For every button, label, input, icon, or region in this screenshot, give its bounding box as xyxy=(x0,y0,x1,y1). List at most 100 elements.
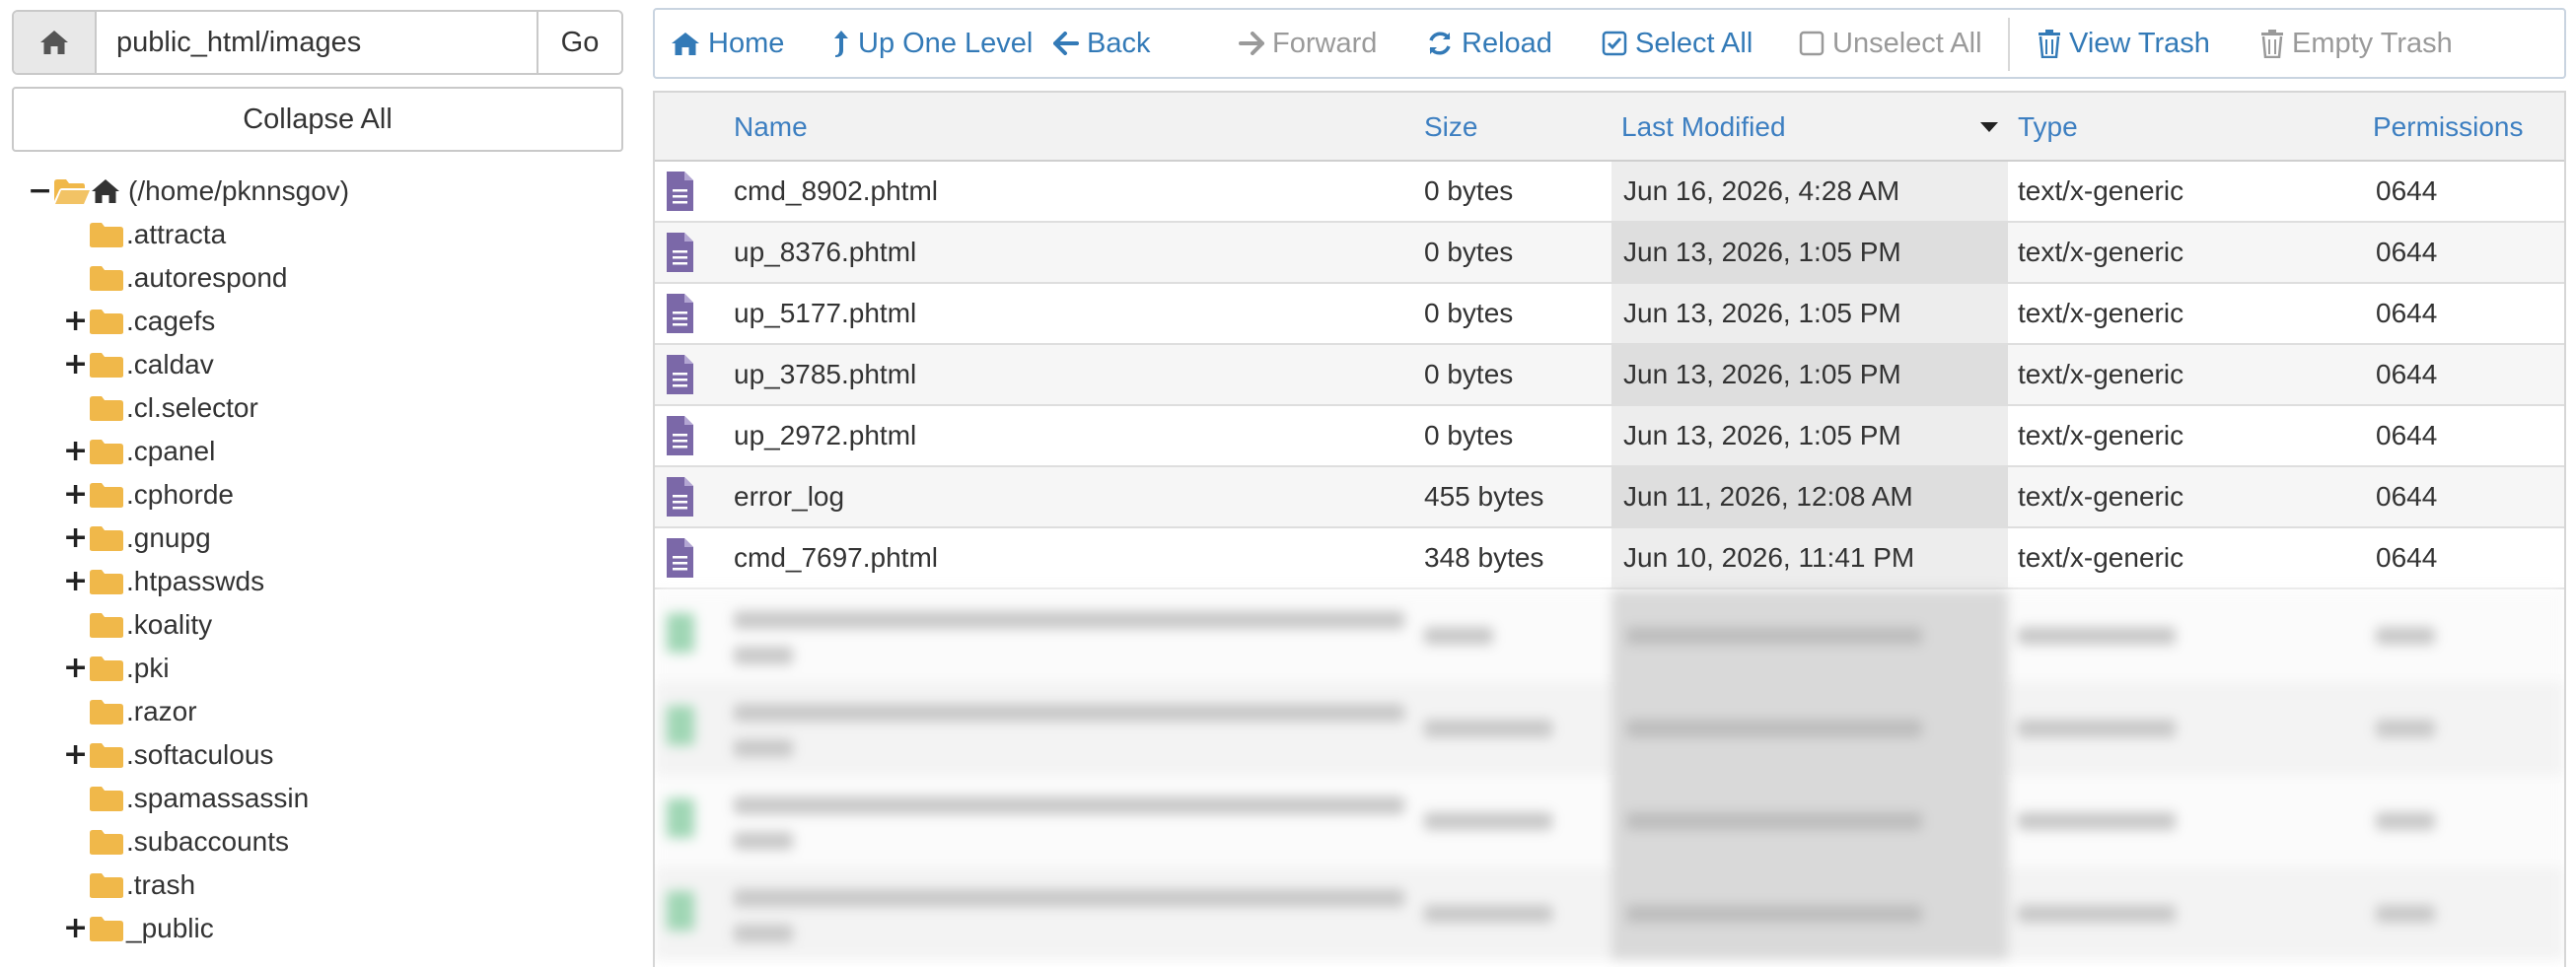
text-file-icon xyxy=(665,354,694,395)
blurred-row xyxy=(655,867,2564,960)
back-label: Back xyxy=(1087,27,1151,59)
text-file-icon xyxy=(665,171,694,212)
folder-icon xyxy=(89,655,124,682)
blurred-row xyxy=(655,682,2564,775)
file-type: text/x-generic xyxy=(2018,175,2184,206)
up-one-level-label: Up One Level xyxy=(858,27,1034,59)
tree-root-label: (/home/pknnsgov) xyxy=(128,175,350,206)
file-list-header: Name Size Last Modified Type Permissions xyxy=(655,93,2564,162)
column-header-last-modified[interactable]: Last Modified xyxy=(1621,93,1786,162)
column-header-type[interactable]: Type xyxy=(2018,93,2078,162)
file-size: 0 bytes xyxy=(1424,298,1514,328)
column-header-name[interactable]: Name xyxy=(734,93,808,162)
expand-toggle-icon[interactable]: + xyxy=(63,733,88,777)
file-modified: Jun 11, 2026, 12:08 AM xyxy=(1623,481,1913,512)
tree-item-label: .autorespond xyxy=(126,262,288,293)
file-modified: Jun 13, 2026, 1:05 PM xyxy=(1623,298,1901,328)
file-name[interactable]: cmd_8902.phtml xyxy=(734,162,938,221)
file-row[interactable]: up_8376.phtml 0 bytes Jun 13, 2026, 1:05 P… xyxy=(655,223,2564,284)
collapse-all-button[interactable]: Collapse All xyxy=(12,87,623,152)
expand-toggle-icon[interactable]: + xyxy=(63,647,88,690)
home-toolbar-button[interactable]: Home xyxy=(671,10,784,77)
file-row[interactable]: up_5177.phtml 0 bytes Jun 13, 2026, 1:05 P… xyxy=(655,284,2564,345)
text-file-icon xyxy=(665,293,694,334)
file-type: text/x-generic xyxy=(2018,542,2184,573)
file-size: 0 bytes xyxy=(1424,420,1514,450)
folder-icon xyxy=(89,698,124,725)
go-button[interactable]: Go xyxy=(537,12,621,73)
folder-icon xyxy=(89,785,124,812)
file-row[interactable]: error_log 455 bytes Jun 11, 2026, 12:08 AM… xyxy=(655,467,2564,528)
file-size: 0 bytes xyxy=(1424,237,1514,267)
file-name[interactable]: up_2972.phtml xyxy=(734,406,916,465)
folder-icon xyxy=(89,871,124,899)
file-name[interactable]: up_5177.phtml xyxy=(734,284,916,343)
file-size: 455 bytes xyxy=(1424,481,1544,512)
file-type: text/x-generic xyxy=(2018,359,2184,389)
folder-icon xyxy=(89,741,124,769)
folder-icon xyxy=(89,568,124,595)
file-name[interactable]: up_3785.phtml xyxy=(734,345,916,404)
folder-icon xyxy=(89,438,124,465)
up-one-level-button[interactable]: Up One Level xyxy=(832,10,1033,77)
tree-item-label: .cphorde xyxy=(126,479,234,510)
tree-item-label: .cl.selector xyxy=(126,392,258,423)
checked-checkbox-icon xyxy=(1602,31,1627,56)
expand-toggle-icon[interactable]: + xyxy=(63,517,88,560)
sort-descending-icon xyxy=(1980,122,1998,132)
folder-icon xyxy=(89,308,124,335)
file-permissions: 0644 xyxy=(2376,359,2438,389)
tree-item-label: .attracta xyxy=(126,219,227,249)
text-file-icon xyxy=(665,476,694,518)
file-row[interactable]: cmd_7697.phtml 348 bytes Jun 10, 2026, 11:… xyxy=(655,528,2564,589)
expand-toggle-icon[interactable]: + xyxy=(63,430,88,473)
forward-button[interactable]: Forward xyxy=(1239,10,1377,77)
view-trash-button[interactable]: View Trash xyxy=(2038,10,2210,77)
file-size: 348 bytes xyxy=(1424,542,1544,573)
view-trash-label: View Trash xyxy=(2069,27,2210,59)
expand-toggle-icon[interactable]: + xyxy=(63,907,88,950)
home-label: Home xyxy=(708,27,785,59)
tree-item-label: .cagefs xyxy=(126,306,216,336)
file-name[interactable]: error_log xyxy=(734,467,844,526)
file-name[interactable]: cmd_7697.phtml xyxy=(734,528,938,587)
reload-button[interactable]: Reload xyxy=(1426,10,1552,77)
tree-item-label: .htpasswds xyxy=(126,566,265,596)
path-home-button[interactable] xyxy=(14,12,97,73)
tree-item-label: .razor xyxy=(126,696,197,726)
arrow-right-icon xyxy=(1239,32,1264,55)
path-input[interactable] xyxy=(97,12,537,73)
path-bar: Go xyxy=(12,10,623,75)
select-all-button[interactable]: Select All xyxy=(1602,10,1753,77)
file-modified: Jun 13, 2026, 1:05 PM xyxy=(1623,420,1901,450)
file-name[interactable]: up_8376.phtml xyxy=(734,223,916,282)
blurred-rows xyxy=(655,589,2564,967)
text-file-icon xyxy=(665,232,694,273)
home-icon xyxy=(40,31,68,54)
file-permissions: 0644 xyxy=(2376,237,2438,267)
expand-toggle-icon[interactable]: + xyxy=(63,343,88,386)
left-panel: Go Collapse All − (/home/pknnsgov) .attrac… xyxy=(0,0,631,967)
empty-trash-button[interactable]: Empty Trash xyxy=(2260,10,2453,77)
expand-toggle-icon[interactable]: + xyxy=(63,560,88,603)
file-row[interactable]: up_2972.phtml 0 bytes Jun 13, 2026, 1:05 P… xyxy=(655,406,2564,467)
tree-item-label: .gnupg xyxy=(126,522,211,553)
blurred-row xyxy=(655,775,2564,867)
home-icon xyxy=(91,177,120,210)
folder-icon xyxy=(89,611,124,639)
expand-toggle-icon[interactable]: + xyxy=(63,300,88,343)
collapse-toggle-icon[interactable]: − xyxy=(28,170,52,213)
toolbar: Home Up One Level Back Forward Reload Se… xyxy=(653,8,2566,79)
back-button[interactable]: Back xyxy=(1053,10,1150,77)
unselect-all-button[interactable]: Unselect All xyxy=(1799,10,1982,77)
file-modified: Jun 16, 2026, 4:28 AM xyxy=(1623,175,1900,206)
column-header-permissions[interactable]: Permissions xyxy=(2373,93,2523,162)
text-file-icon xyxy=(665,537,694,579)
file-row[interactable]: cmd_8902.phtml 0 bytes Jun 16, 2026, 4:28 … xyxy=(655,162,2564,223)
file-row[interactable]: up_3785.phtml 0 bytes Jun 13, 2026, 1:05 P… xyxy=(655,345,2564,406)
column-header-size[interactable]: Size xyxy=(1424,93,1477,162)
expand-toggle-icon[interactable]: + xyxy=(63,473,88,517)
select-all-label: Select All xyxy=(1635,27,1753,59)
file-type: text/x-generic xyxy=(2018,481,2184,512)
folder-icon xyxy=(89,264,124,292)
